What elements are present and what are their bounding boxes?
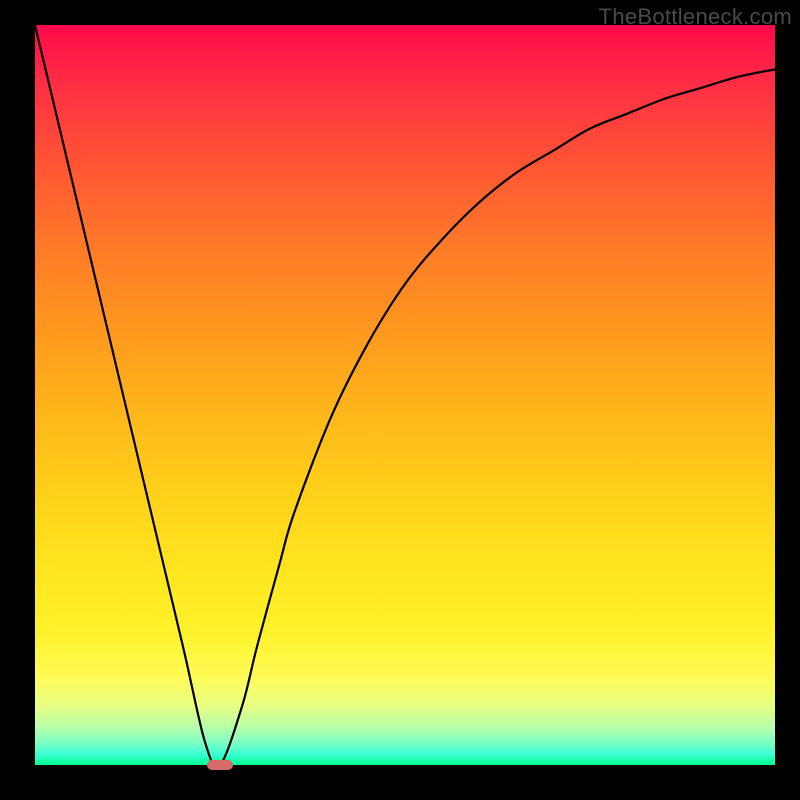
chart-frame: TheBottleneck.com bbox=[0, 0, 800, 800]
bottleneck-curve bbox=[35, 25, 775, 767]
watermark-text: TheBottleneck.com bbox=[599, 4, 792, 30]
plot-area bbox=[35, 25, 775, 765]
curve-layer bbox=[35, 25, 775, 765]
minimum-marker bbox=[207, 760, 232, 770]
